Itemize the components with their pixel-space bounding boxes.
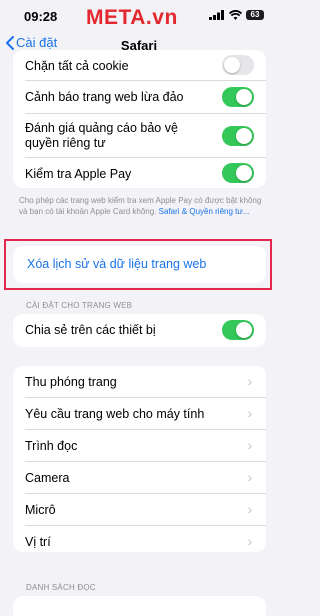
battery-icon: 63 (246, 10, 264, 20)
web-items-group: Thu phóng trang › Yêu cầu trang web cho … (13, 366, 266, 552)
row-label: Chặn tất cả cookie (25, 59, 129, 73)
chevron-right-icon: › (247, 373, 252, 389)
row-apple-pay: Kiểm tra Apple Pay (25, 158, 266, 188)
list-item-location[interactable]: Vị trí › (25, 526, 266, 552)
block-cookies-toggle[interactable] (222, 55, 254, 75)
share-across-devices-toggle[interactable] (222, 320, 254, 340)
row-fraud-warning: Cảnh báo trang web lừa đảo (25, 81, 266, 114)
list-item-page-zoom[interactable]: Thu phóng trang › (25, 366, 266, 398)
row-label: Micrô (25, 503, 56, 517)
chevron-right-icon: › (247, 469, 252, 485)
row-label: Cảnh báo trang web lừa đảo (25, 90, 184, 104)
status-bar: 09:28 META.vn 63 (0, 0, 278, 30)
fraud-warning-toggle[interactable] (222, 87, 254, 107)
share-group: Chia sẻ trên các thiết bị (13, 314, 266, 347)
list-item-microphone[interactable]: Micrô › (25, 494, 266, 526)
website-settings-header: CÀI ĐẶT CHO TRANG WEB (26, 301, 133, 310)
chevron-right-icon: › (247, 405, 252, 421)
row-ad-measurement: Đánh giá quảng cáo bảo vệ quyền riêng tư (25, 114, 266, 158)
list-item-camera[interactable]: Camera › (25, 462, 266, 494)
chevron-right-icon: › (247, 501, 252, 517)
row-block-cookies: Chặn tất cả cookie (25, 50, 266, 81)
privacy-link[interactable]: Safari & Quyền riêng tư... (159, 207, 250, 216)
list-item-desktop-site[interactable]: Yêu cầu trang web cho máy tính › (25, 398, 266, 430)
chevron-right-icon: › (247, 533, 252, 549)
row-share-across-devices: Chia sẻ trên các thiết bị (25, 314, 266, 347)
row-label: Vị trí (25, 535, 51, 549)
row-label: Chia sẻ trên các thiết bị (25, 323, 156, 337)
row-label: Yêu cầu trang web cho máy tính (25, 407, 205, 421)
row-label: Camera (25, 471, 70, 485)
chevron-right-icon: › (247, 437, 252, 453)
privacy-group: Chặn tất cả cookie Cảnh báo trang web lừ… (13, 50, 266, 188)
row-label: Kiểm tra Apple Pay (25, 167, 132, 181)
signal-icon (209, 10, 224, 20)
reading-list-group (13, 596, 266, 616)
status-time: 09:28 (24, 9, 58, 24)
row-label: Trình đọc (25, 439, 78, 453)
watermark-logo: META.vn (86, 6, 178, 29)
row-label: Thu phóng trang (25, 375, 117, 389)
reading-list-header: DANH SÁCH ĐỌC (26, 583, 96, 592)
list-item-reader[interactable]: Trình đọc › (25, 430, 266, 462)
status-icons: 63 (209, 10, 264, 20)
apple-pay-toggle[interactable] (222, 163, 254, 183)
apple-pay-footnote: Cho phép các trang web kiểm tra xem Appl… (19, 195, 264, 217)
row-label: Đánh giá quảng cáo bảo vệ quyền riêng tư (25, 121, 178, 150)
highlight-frame (4, 239, 272, 290)
ad-measurement-toggle[interactable] (222, 126, 254, 146)
wifi-icon (229, 10, 242, 20)
